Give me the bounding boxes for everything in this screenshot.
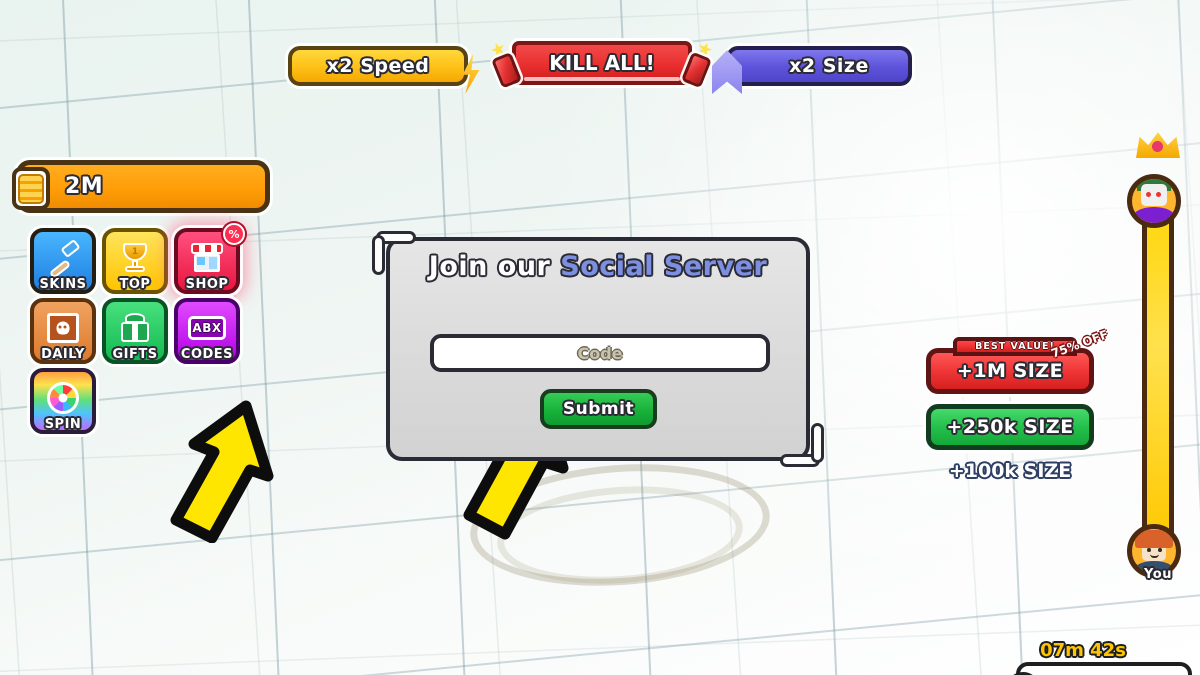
boost-x2-speed[interactable]: x2 Speed [288,46,480,94]
boost-x2-size-label: x2 Size [789,55,869,77]
storefront-icon [187,238,227,278]
offer-250k-size[interactable]: +250k SIZE [926,404,1094,450]
daily-card-icon [43,308,83,348]
menu-label-skins: SKINS [39,277,87,292]
menu-button-skins[interactable]: SKINS [30,228,96,294]
menu-button-gifts[interactable]: GIFTS [102,298,168,364]
boost-kill-all[interactable]: KILL ALL! [498,36,706,90]
currency-amount: 2M [65,174,104,199]
paint-roller-icon [43,238,83,279]
menu-label-daily: DAILY [41,347,85,362]
boost-kill-all-label: KILL ALL! [549,51,655,75]
offers-panel: BEST VALUE! +1M SIZE 75% OFF +250k SIZE … [926,327,1110,482]
gift-box-icon [115,308,155,348]
corner-bracket-bottom-right [778,421,824,467]
menu-label-spin: SPIN [44,417,82,432]
boost-x2-speed-label: x2 Speed [326,55,430,77]
currency-bar[interactable]: 2M [12,160,270,213]
round-timer-value: 07m 42s [1040,640,1126,661]
submit-button-label: Submit [562,399,635,419]
abx-keyboard-icon: ABX [187,308,227,348]
leaderboard-ladder: You [1122,130,1194,582]
menu-label-shop: SHOP [185,277,229,292]
code-input[interactable]: Code [430,334,770,372]
best-value-label: BEST VALUE! [975,341,1055,352]
offer-100k-size-label[interactable]: +100k SIZE [926,460,1094,482]
coin-stack-icon [12,167,50,210]
arrow-to-codes [150,398,278,543]
menu-button-shop[interactable]: % SHOP [174,223,245,294]
you-label: You [1144,567,1172,582]
spin-wheel-icon [43,378,83,418]
trophy-icon [115,238,155,278]
menu-label-codes: CODES [180,347,234,362]
crown-icon [1136,132,1180,158]
social-server-dialog: Join our Social Server Code Submit [372,231,824,467]
banner-underline [524,77,680,81]
ladder-track [1142,178,1174,552]
menu-row: SKINS TOP % SHOP [30,223,290,294]
boost-x2-size[interactable]: x2 Size [712,46,912,94]
menu-button-codes[interactable]: ABX CODES [174,298,240,364]
dialog-title-plain: Join our [428,251,561,282]
round-timer-panel [1006,662,1192,675]
menu-label-top: TOP [119,277,151,292]
submit-button[interactable]: Submit [540,389,657,429]
offer-250k-size-label: +250k SIZE [946,416,1074,438]
menu-button-spin[interactable]: SPIN [30,368,96,434]
player-avatar-icon[interactable] [1127,174,1181,228]
menu-row: DAILY GIFTS ABX CODES [30,298,290,364]
dialog-title: Join our Social Server [372,251,824,282]
offer-1m-size[interactable]: BEST VALUE! +1M SIZE 75% OFF [926,327,1110,394]
menu-button-daily[interactable]: DAILY [30,298,96,364]
shop-discount-badge: % [223,223,245,245]
offer-1m-size-label: +1M SIZE [956,360,1064,382]
dialog-title-highlight: Social Server [560,251,768,282]
menu-label-gifts: GIFTS [112,347,158,362]
boost-bar: x2 Speed KILL ALL! x2 Size [0,18,1200,94]
round-timer: 07m 42s [1006,640,1198,675]
menu-button-top[interactable]: TOP [102,228,168,294]
